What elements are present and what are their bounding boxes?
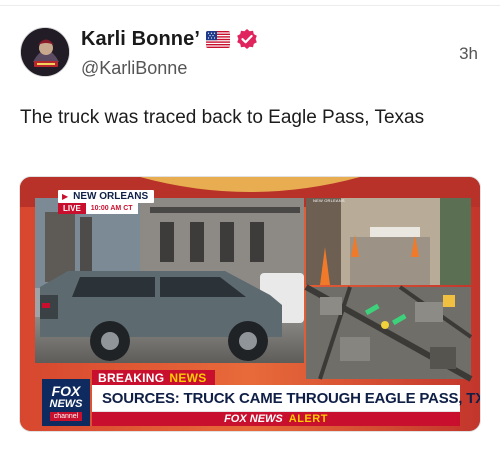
verified-badge-icon (237, 29, 257, 49)
live-indicator: LIVE 10:00 AM CT (58, 203, 138, 214)
author-name-row: Karli Bonne’ (81, 24, 258, 54)
live-label: LIVE (58, 203, 86, 214)
avatar[interactable] (20, 27, 70, 77)
post-timestamp[interactable]: 3h (459, 44, 478, 64)
logo-line-2: NEWS (49, 398, 83, 410)
tweet-card[interactable]: Karli Bonne’ @KarliBonne 3h The truck wa… (0, 0, 500, 451)
chyron-bar: SOURCES: TRUCK CAME THROUGH EAGLE PASS, … (92, 385, 480, 412)
author-display-name[interactable]: Karli Bonne’ (81, 28, 200, 51)
breaking-news-tag: BREAKING NEWS (92, 370, 215, 385)
author-handle[interactable]: @KarliBonne (81, 58, 187, 79)
alert-bar: FOX NEWS ALERT (92, 412, 460, 426)
breaking-label: BREAKING (98, 370, 165, 385)
chyron-headline: SOURCES: TRUCK CAME THROUGH EAGLE PASS, … (102, 389, 481, 407)
alert-brand: FOX NEWS (224, 413, 283, 425)
play-arrow-icon: ▶ (62, 191, 69, 201)
alert-label: ALERT (288, 413, 328, 425)
us-flag-icon (206, 30, 230, 48)
avatar-image (21, 28, 69, 76)
location-label: NEW ORLEANS (73, 191, 149, 202)
inset-location-label: NEW ORLEANS (313, 198, 345, 203)
logo-line-1: FOX (51, 383, 81, 399)
post-text: The truck was traced back to Eagle Pass,… (20, 107, 425, 128)
logo-line-3: channel (49, 412, 83, 421)
breaking-news-label: NEWS (169, 370, 207, 385)
location-tag: ▶ NEW ORLEANS (58, 190, 155, 203)
video-thumbnail[interactable]: ▶ NEW ORLEANS LIVE 10:00 AM CT NEW ORLEA… (19, 176, 481, 432)
live-time: 10:00 AM CT (85, 203, 138, 214)
fox-news-logo: FOX NEWS channel (42, 379, 90, 426)
